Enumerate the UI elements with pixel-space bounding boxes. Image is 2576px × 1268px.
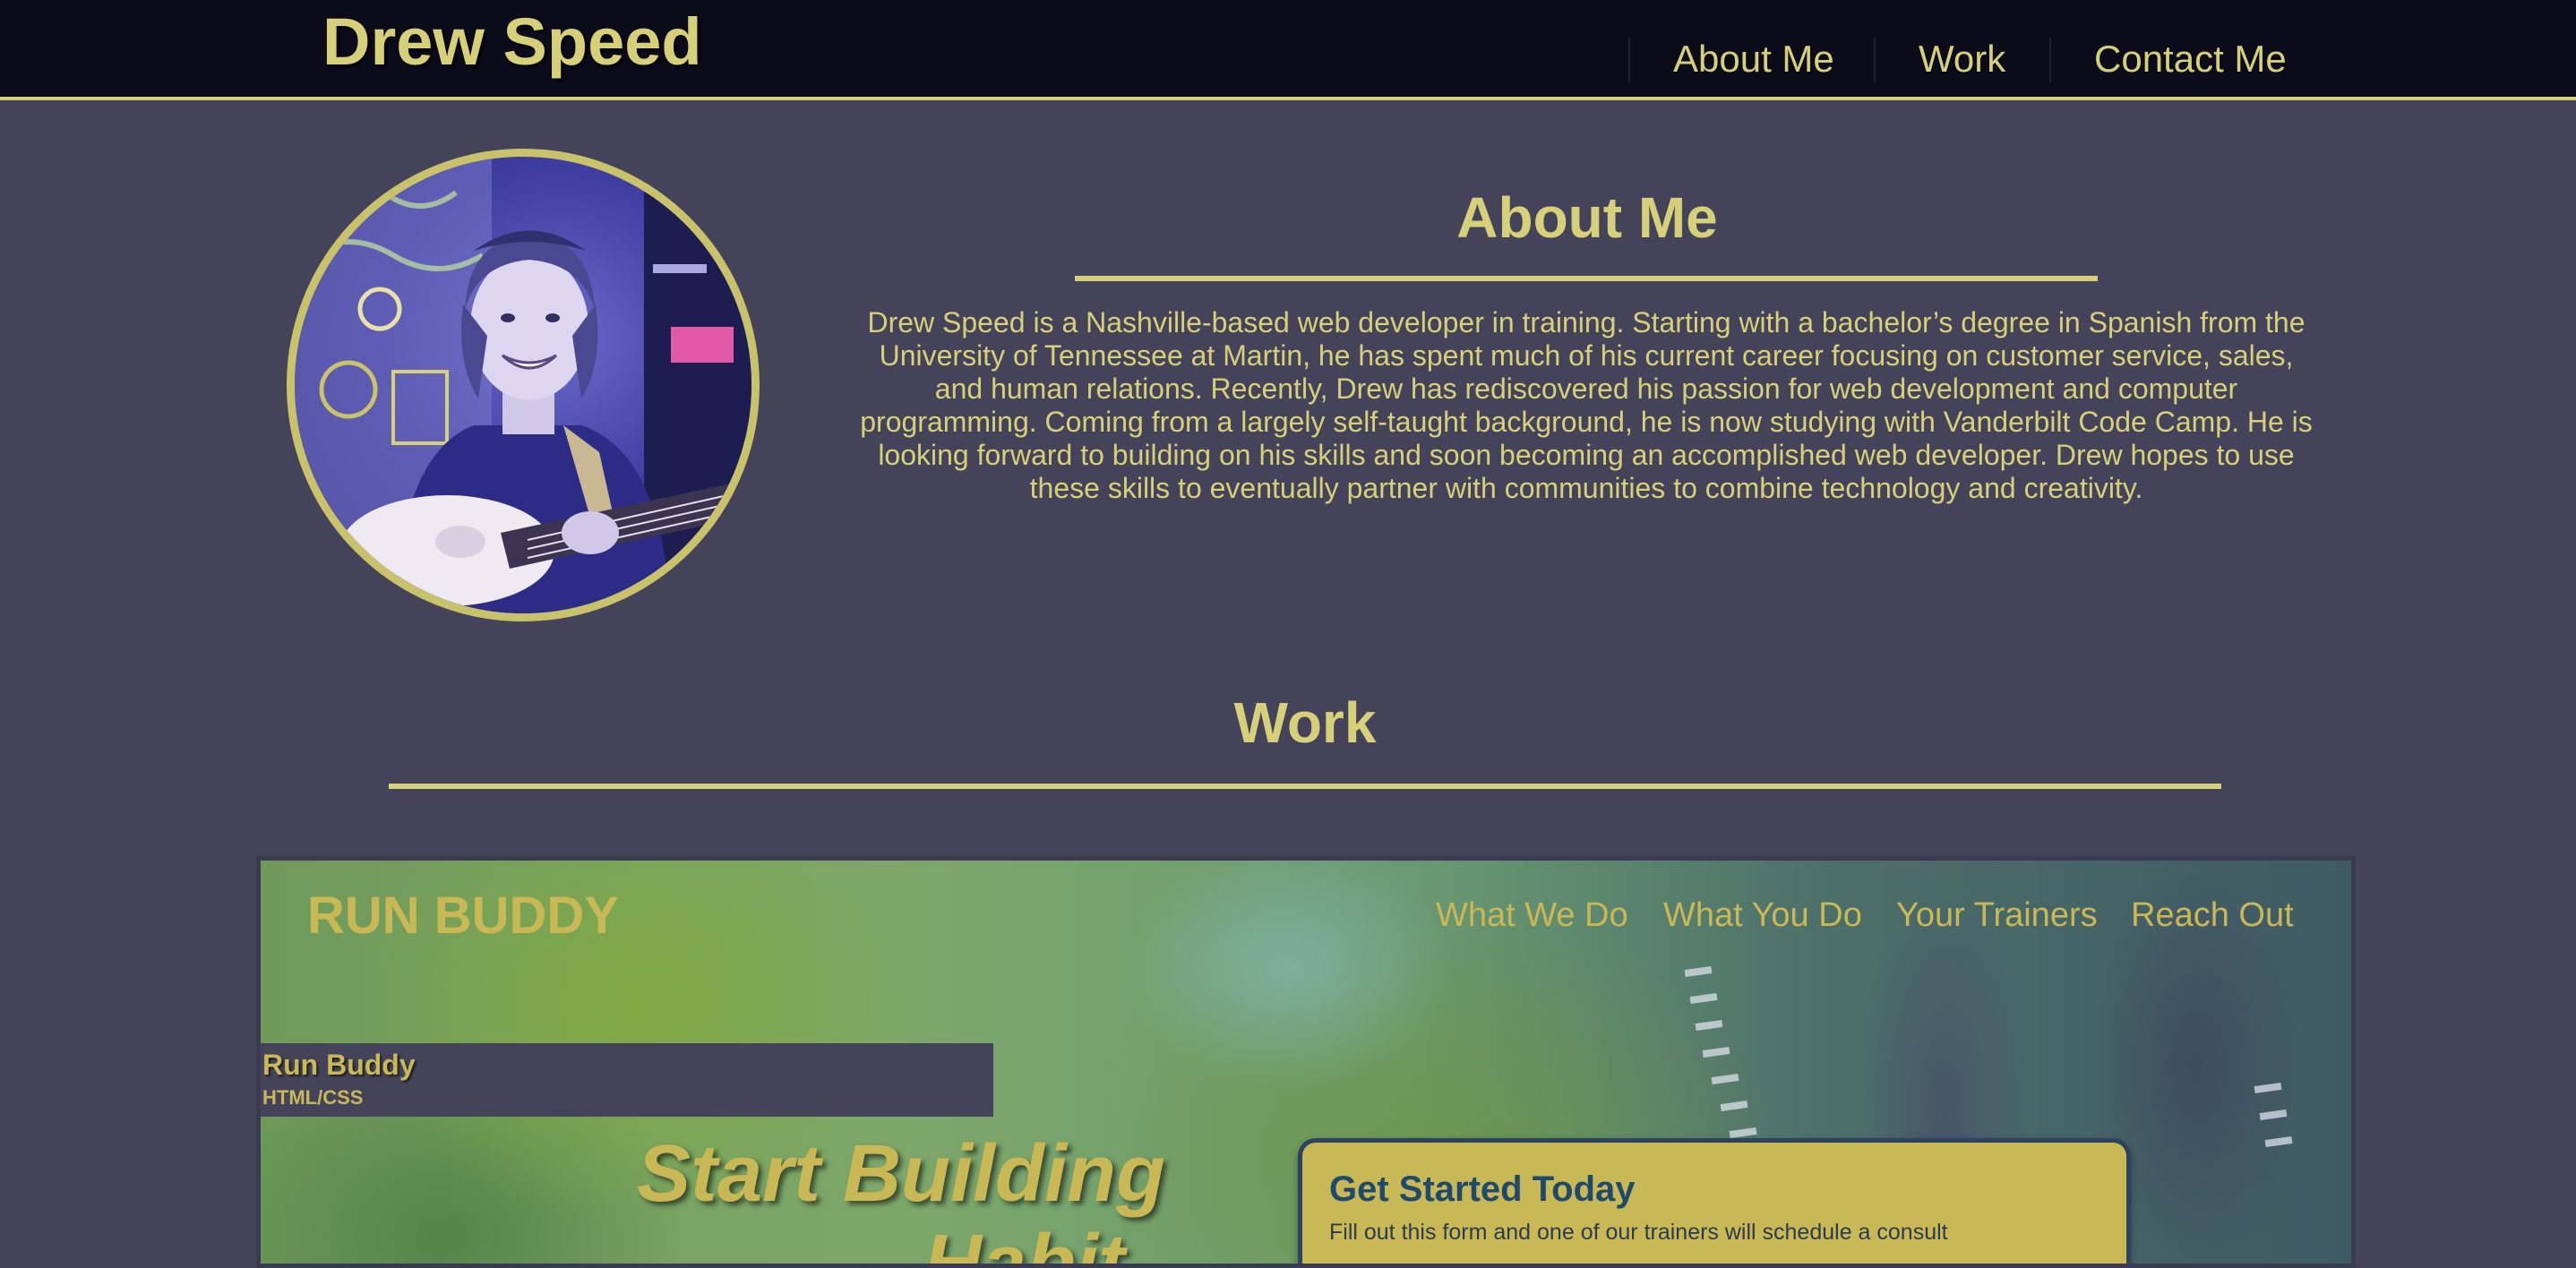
preview-hero-line1: Start Building	[637, 1129, 1165, 1219]
work-heading: Work	[1233, 690, 1377, 755]
preview-signup-form: Get Started Today Fill out this form and…	[1298, 1138, 2131, 1264]
preview-nav-your-trainers: Your Trainers	[1896, 896, 2098, 934]
project-name[interactable]: Run Buddy	[262, 1049, 416, 1082]
preview-form-title: Get Started Today	[1329, 1169, 1636, 1209]
preview-nav-reach-out: Reach Out	[2131, 896, 2294, 934]
preview-logo: RUN BUDDY	[307, 887, 619, 945]
portrait-illustration-icon	[295, 157, 751, 613]
project-tech: HTML/CSS	[262, 1086, 364, 1109]
nav-divider	[1874, 38, 1876, 82]
about-heading: About Me	[1456, 185, 1718, 250]
site-title[interactable]: Drew Speed	[322, 4, 702, 80]
about-bio: Drew Speed is a Nashville-based web deve…	[860, 306, 2313, 504]
nav-contact-me[interactable]: Contact Me	[2094, 34, 2287, 84]
nav-work[interactable]: Work	[1919, 34, 2005, 84]
nav-divider	[1628, 38, 1630, 82]
portrait-photo	[287, 149, 760, 621]
preview-form-subtitle: Fill out this form and one of our traine…	[1329, 1220, 1948, 1245]
work-divider	[389, 784, 2221, 789]
about-divider	[1075, 276, 2098, 281]
project-label[interactable]: Run Buddy HTML/CSS	[261, 1043, 993, 1117]
site-header: Drew Speed About Me Work Contact Me	[0, 0, 2576, 100]
nav-divider	[2049, 38, 2051, 82]
preview-nav-what-we-do: What We Do	[1436, 896, 1628, 934]
project-card-run-buddy[interactable]: RUN BUDDY What We Do What You Do Your Tr…	[256, 856, 2356, 1268]
preview-nav-what-you-do: What You Do	[1663, 896, 1862, 934]
nav-about-me[interactable]: About Me	[1673, 34, 1834, 84]
